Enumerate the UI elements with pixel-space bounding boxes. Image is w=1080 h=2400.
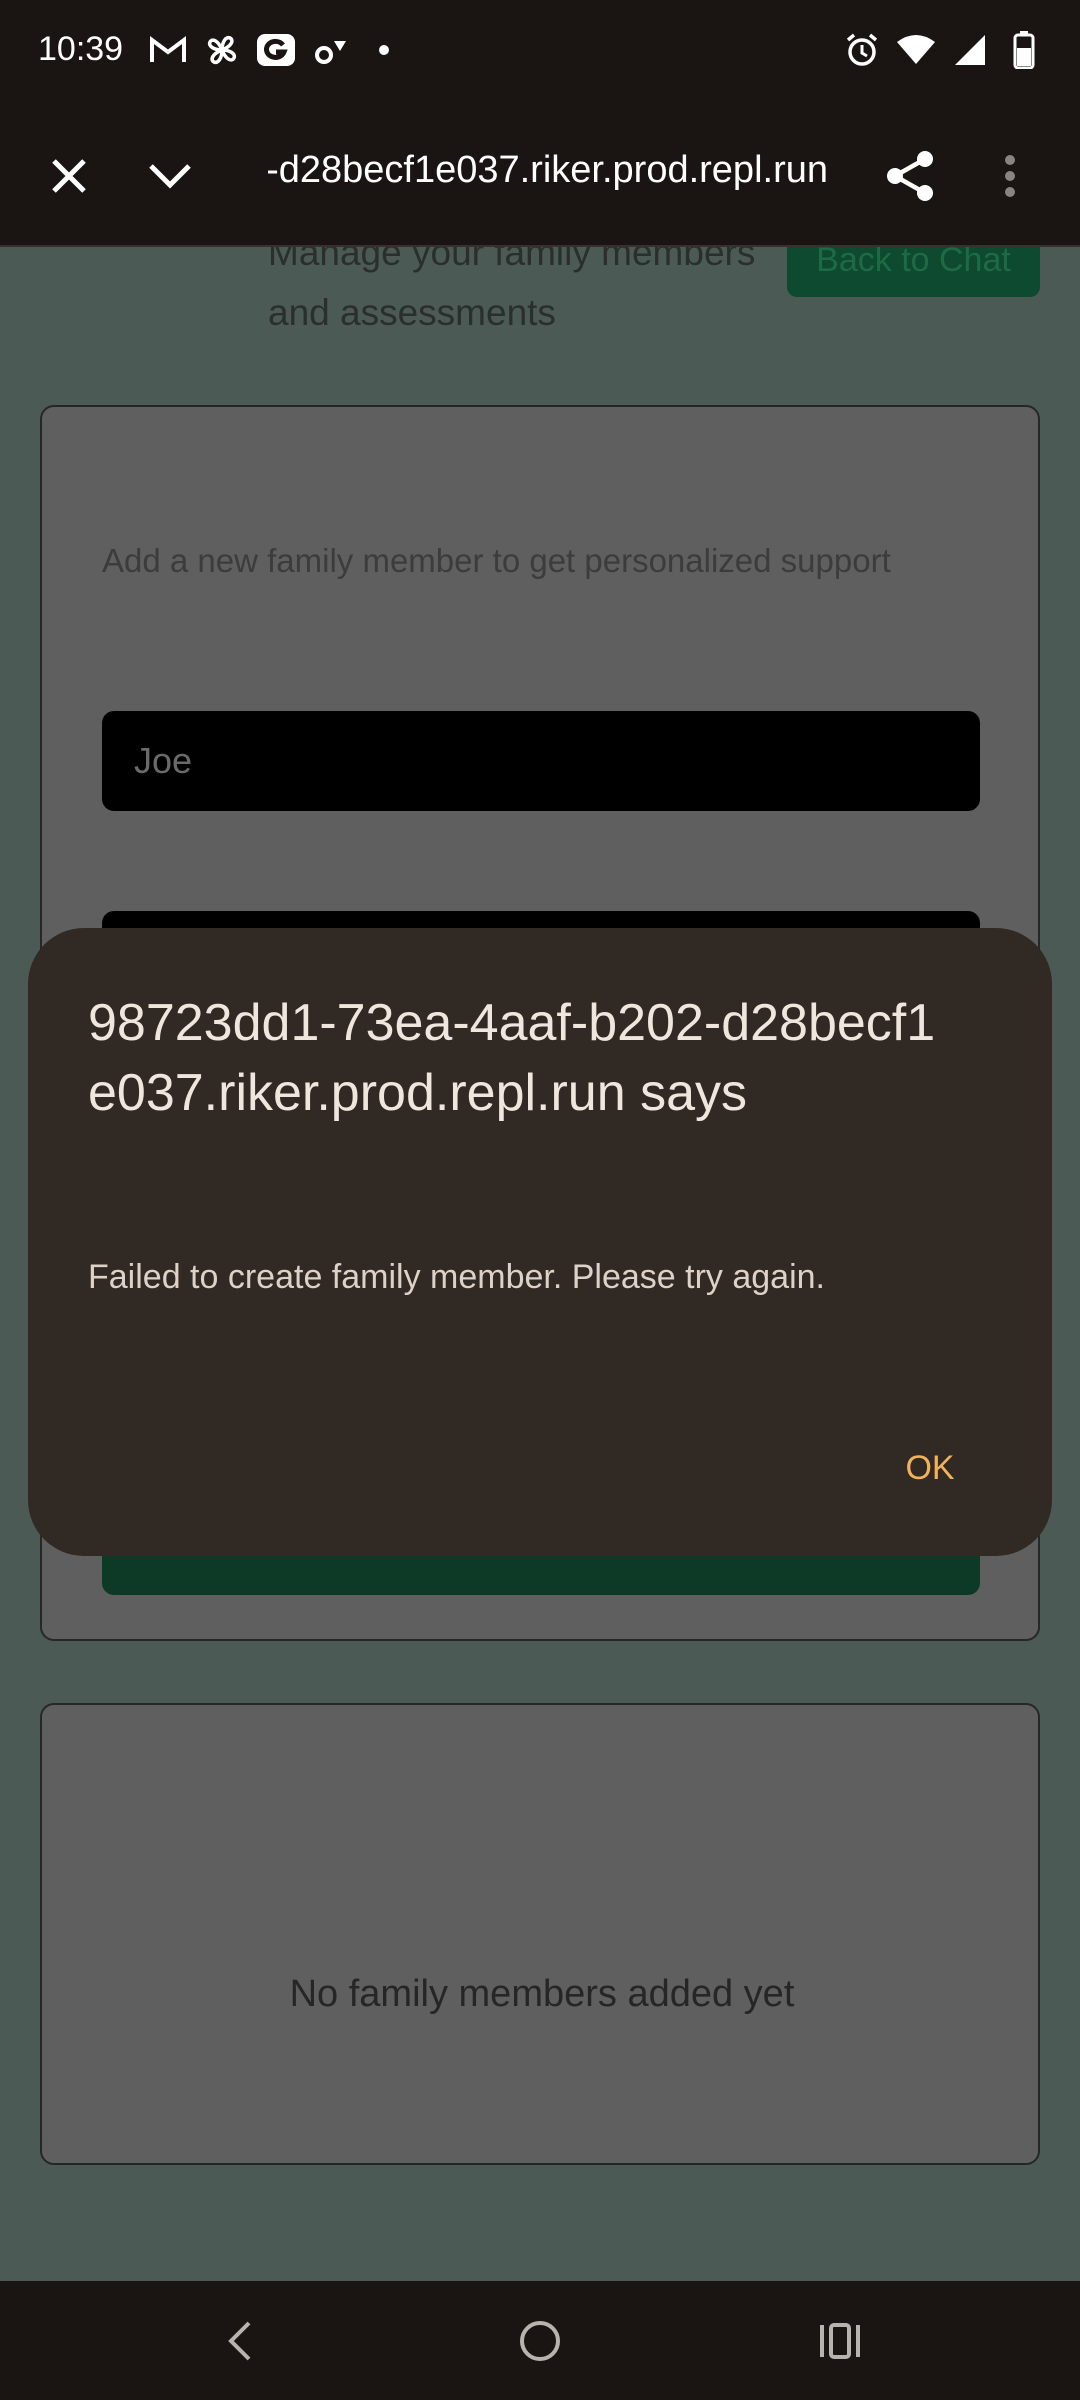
more-options-button[interactable] [975,141,1045,211]
gmail-icon [148,30,188,70]
form-description: Add a new family member to get personali… [102,542,891,579]
back-to-chat-button[interactable]: Back to Chat [787,247,1040,297]
recents-button[interactable] [800,2301,880,2381]
back-button[interactable] [200,2301,280,2381]
more-vert-icon [1005,155,1015,197]
empty-state-text: No family members added yet [289,1972,795,2015]
wifi-icon [896,30,936,70]
home-icon [520,2321,560,2361]
dialog-message: Failed to create family member. Please t… [88,1258,825,1296]
header-subtitle: Manage your family members and assessmen… [268,247,756,333]
signal-icon [950,30,990,70]
status-time: 10:39 [38,30,124,68]
navigation-bar [0,2281,1080,2400]
status-bar: 10:39 [0,0,1080,105]
system-icons [842,30,1044,70]
custom-tab-toolbar: 98723dd1-73ea-4aaf-b202-d28becf1e037.rik… [0,105,1080,247]
ok-button[interactable]: OK [860,1428,1000,1508]
share-icon [887,151,933,201]
close-button[interactable] [34,141,104,211]
close-icon [52,159,86,193]
share-button[interactable] [875,141,945,211]
battery-icon [1004,30,1044,70]
dialog-title: 98723dd1-73ea-4aaf-b202-d28becf1e037.rik… [88,994,936,1122]
dot-icon [364,30,404,70]
home-button[interactable] [500,2301,580,2381]
chevron-down-icon [149,164,191,189]
recents-icon [820,2323,860,2359]
alarm-icon [842,30,882,70]
pinwheel-icon [202,30,242,70]
minimize-button[interactable] [135,141,205,211]
url-text: 98723dd1-73ea-4aaf-b202-d28becf1e037.rik… [268,149,828,191]
notification-icons [148,30,404,70]
back-icon [228,2321,251,2361]
name-input[interactable]: Joe [102,711,980,811]
url-bar[interactable]: 98723dd1-73ea-4aaf-b202-d28becf1e037.rik… [268,149,828,192]
g-icon [256,30,296,70]
family-members-list-card: No family members added yet [40,1703,1040,2165]
settings-wifi-icon [310,30,350,70]
alert-dialog: 98723dd1-73ea-4aaf-b202-d28becf1e037.rik… [28,928,1052,1556]
